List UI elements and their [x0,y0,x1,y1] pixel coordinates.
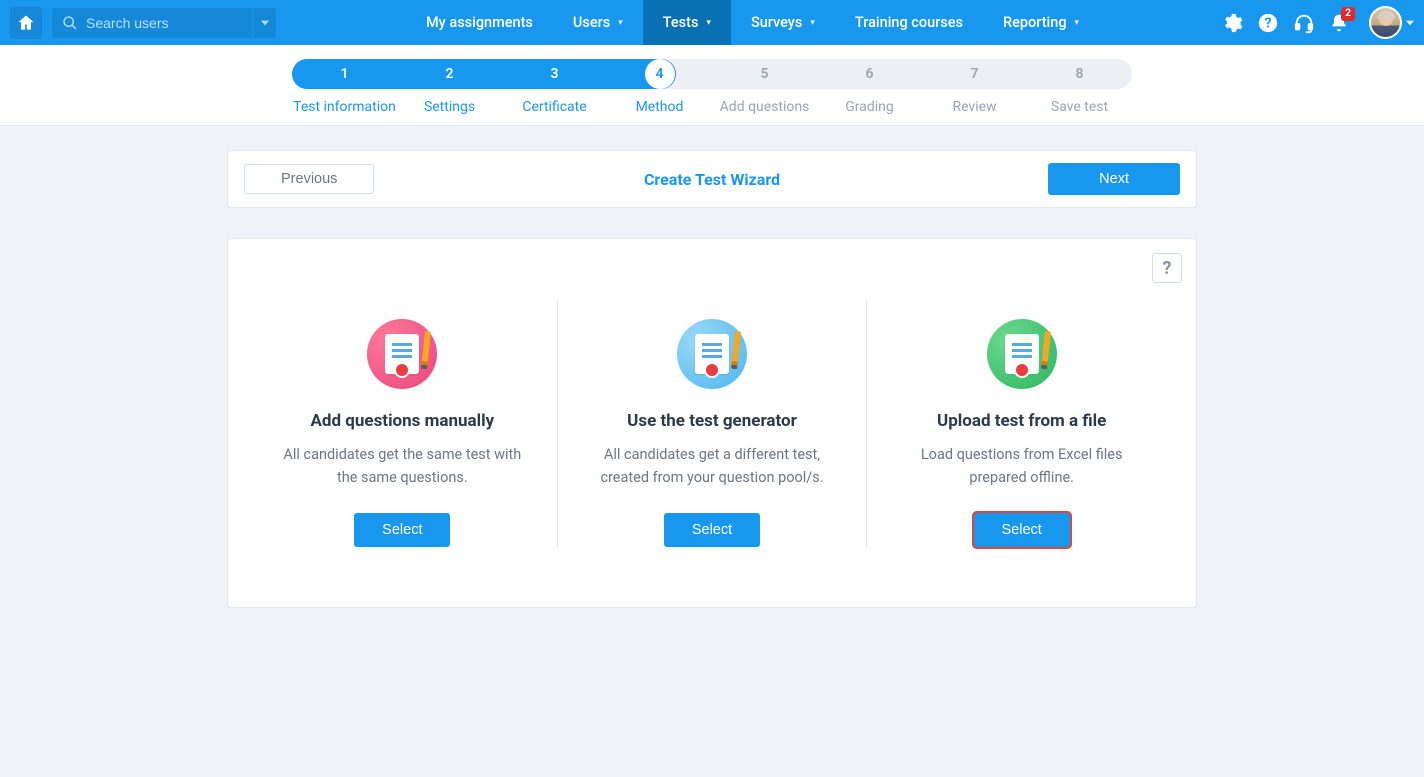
step-label[interactable]: Review [922,99,1027,115]
search-container [52,8,276,38]
search-input-wrap[interactable] [52,8,252,38]
pencil-icon [1041,331,1051,369]
option-description: All candidates get a different test, cre… [584,443,841,491]
gear-icon [1221,12,1243,34]
caret-down-icon: ▾ [810,18,815,28]
home-button[interactable] [10,7,42,39]
help-button[interactable]: ? [1257,12,1279,34]
search-icon [62,15,78,31]
stepper-labels: Test informationSettingsCertificateMetho… [292,99,1132,115]
caret-down-icon: ▾ [618,18,623,28]
select-button[interactable]: Select [354,513,450,547]
svg-text:?: ? [1265,15,1272,31]
user-menu[interactable] [1369,6,1414,39]
option-title: Upload test from a file [893,411,1150,431]
previous-button[interactable]: Previous [244,164,374,194]
support-button[interactable] [1293,12,1315,34]
option-description: Load questions from Excel files prepared… [893,443,1150,491]
document-icon [385,334,419,374]
nav-item-my-assignments[interactable]: My assignments [406,0,553,45]
select-button[interactable]: Select [974,513,1070,547]
step-number[interactable]: 7 [922,59,1027,89]
search-input[interactable] [86,15,242,31]
method-options: Add questions manually All candidates get… [248,299,1176,547]
option-title: Use the test generator [584,411,841,431]
caret-down-icon: ▾ [1075,18,1080,28]
notifications-button[interactable]: 2 [1329,13,1349,33]
step-label[interactable]: Add questions [712,99,817,115]
step-label[interactable]: Settings [397,99,502,115]
step-number[interactable]: 3 [502,59,607,89]
notification-badge: 2 [1341,7,1355,21]
method-option: Upload test from a file Load questions fr… [866,299,1176,547]
main-nav: My assignments Users ▾ Tests ▾ Surveys ▾ Traini… [406,0,1099,45]
pencil-icon [731,331,741,369]
nav-item-label: Users [573,14,610,31]
stepper-track: 123 5678 4 [292,59,1132,89]
nav-item-label: Tests [663,14,699,31]
wizard-header: Previous Create Test Wizard Next [227,150,1197,208]
step-number[interactable]: 6 [817,59,922,89]
next-button[interactable]: Next [1048,163,1180,195]
select-button[interactable]: Select [664,513,760,547]
document-icon [695,334,729,374]
wizard-title: Create Test Wizard [644,170,780,189]
home-icon [16,13,36,33]
caret-down-icon [261,19,269,27]
step-label[interactable]: Certificate [502,99,607,115]
nav-item-label: Reporting [1003,14,1067,31]
method-card: ? Add questions manually All candidates g… [227,238,1197,608]
option-description: All candidates get the same test with th… [274,443,531,491]
headset-icon [1293,12,1315,34]
step-label[interactable]: Method [607,99,712,115]
nav-item-tests[interactable]: Tests ▾ [643,0,731,45]
nav-item-reporting[interactable]: Reporting ▾ [983,0,1099,45]
topbar-right: ? 2 [1221,6,1414,39]
nav-item-surveys[interactable]: Surveys ▾ [731,0,835,45]
topbar: My assignments Users ▾ Tests ▾ Surveys ▾ Traini… [0,0,1424,45]
stepper-current: 4 [645,59,675,89]
search-dropdown-toggle[interactable] [252,8,276,38]
method-option: Use the test generator All candidates get… [557,299,867,547]
card-help-button[interactable]: ? [1152,253,1182,283]
option-title: Add questions manually [274,411,531,431]
step-label[interactable]: Test information [292,99,397,115]
wizard-container: Previous Create Test Wizard Next ? Add q… [227,150,1197,608]
document-icon [1005,334,1039,374]
option-icon [677,319,747,389]
nav-item-label: Surveys [751,14,802,31]
method-option: Add questions manually All candidates get… [248,299,557,547]
stepper: 123 5678 4 Test informationSettingsCertif… [292,59,1132,115]
question-circle-icon: ? [1257,12,1279,34]
stepper-bar: 123 5678 4 Test informationSettingsCertif… [0,45,1424,126]
nav-item-label: Training courses [855,14,963,31]
step-label[interactable]: Save test [1027,99,1132,115]
settings-button[interactable] [1221,12,1243,34]
option-icon [987,319,1057,389]
caret-down-icon: ▾ [706,18,711,28]
step-number[interactable]: 1 [292,59,397,89]
step-number[interactable]: 8 [1027,59,1132,89]
stepper-numbers: 123 5678 [292,59,1132,89]
step-number[interactable]: 5 [712,59,817,89]
option-icon [367,319,437,389]
step-number[interactable]: 2 [397,59,502,89]
caret-down-icon [1406,19,1414,27]
pencil-icon [421,331,431,369]
nav-item-training-courses[interactable]: Training courses [835,0,983,45]
nav-item-label: My assignments [426,14,533,31]
avatar [1369,6,1402,39]
step-label[interactable]: Grading [817,99,922,115]
nav-item-users[interactable]: Users ▾ [553,0,643,45]
